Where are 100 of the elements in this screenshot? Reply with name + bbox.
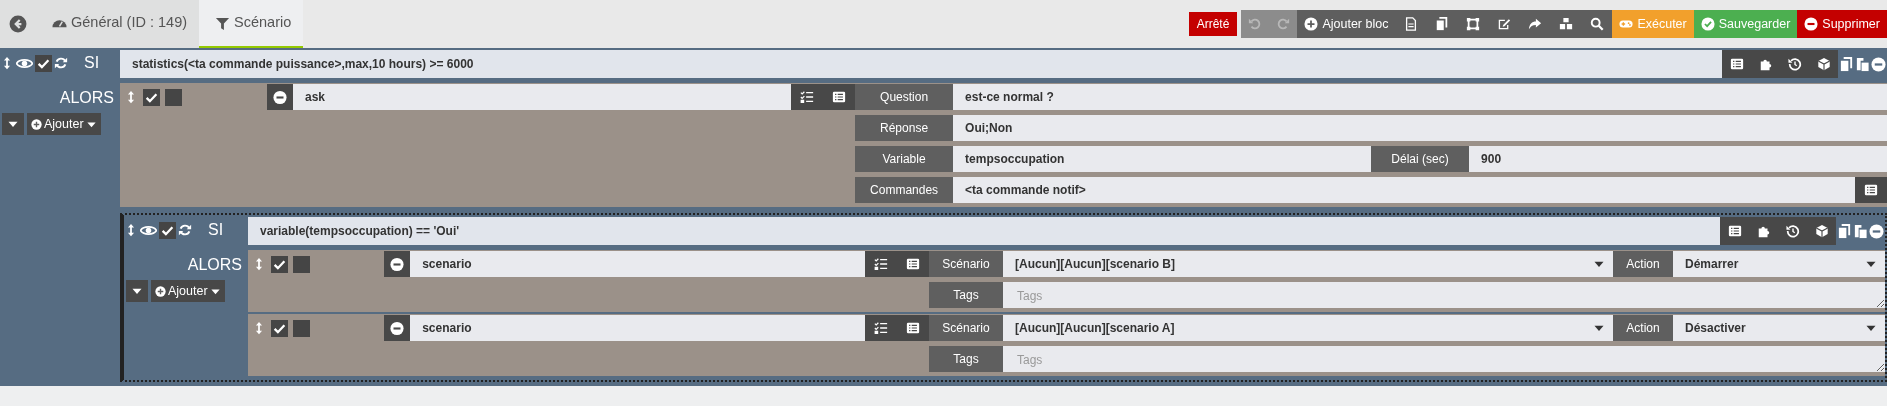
copy-icon	[1837, 223, 1852, 239]
tasks-icon	[874, 257, 888, 271]
minus-circle-icon	[273, 89, 287, 105]
list-icon	[906, 321, 920, 335]
share-icon	[1527, 17, 1542, 31]
enable-checkbox[interactable]	[271, 255, 288, 273]
select-field[interactable]: [Aucun][Aucun][scenario B]	[1003, 251, 1613, 277]
select-field[interactable]: Démarrer	[1673, 251, 1885, 277]
tags-field[interactable]: Tags	[1003, 282, 1885, 308]
field-label: Délai (sec)	[1371, 146, 1470, 172]
collapse-button[interactable]	[2, 113, 24, 135]
back-icon	[9, 15, 27, 33]
remove-button[interactable]	[1869, 223, 1884, 239]
remove-button[interactable]	[384, 315, 411, 341]
enable-checkbox[interactable]	[143, 88, 160, 106]
if-keyword: SI	[208, 220, 224, 240]
parallel-checkbox[interactable]	[293, 255, 310, 273]
details-button[interactable]	[897, 251, 929, 277]
enable-checkbox[interactable]	[271, 319, 288, 337]
document-icon	[1403, 17, 1418, 31]
remove-button[interactable]	[267, 84, 293, 110]
parallel-checkbox[interactable]	[293, 319, 310, 337]
details-button[interactable]	[897, 315, 929, 341]
if-keyword: SI	[84, 53, 100, 73]
list-icon	[1729, 57, 1744, 71]
parallel-checkbox[interactable]	[165, 88, 182, 106]
field-label: Scénario	[929, 315, 1003, 341]
refresh-icon[interactable]	[54, 56, 68, 70]
then-keyword: ALORS	[59, 88, 115, 108]
check-circle-icon	[1700, 17, 1715, 31]
enable-checkbox[interactable]	[35, 54, 52, 72]
list-icon	[906, 257, 920, 271]
status-badge: Arrêté	[1188, 12, 1238, 36]
paste-button[interactable]	[1855, 56, 1870, 72]
tab[interactable]: Scénario	[199, 0, 304, 48]
command-field[interactable]: scenario	[410, 251, 865, 277]
copy-icon	[1839, 56, 1854, 72]
cubes-icon	[1558, 17, 1573, 31]
delete-button[interactable]: Supprimer	[1797, 10, 1887, 38]
filter-icon	[215, 15, 231, 31]
options-button[interactable]	[865, 315, 897, 341]
condition-field[interactable]: variable(tempsoccupation) == 'Oui'	[248, 217, 1720, 245]
text-field[interactable]: Oui;Non	[953, 115, 1887, 141]
minus-circle-icon	[390, 320, 405, 336]
text-field[interactable]: 900	[1469, 146, 1887, 172]
command-field[interactable]: ask	[293, 84, 792, 110]
cube-icon	[1816, 57, 1831, 71]
paste-icon	[1855, 56, 1870, 72]
field-label: Tags	[929, 282, 1003, 308]
options-button[interactable]	[791, 84, 824, 110]
list-icon	[1727, 224, 1742, 238]
paste-button[interactable]	[1853, 223, 1868, 239]
minus-circle-icon	[1804, 17, 1819, 31]
select-field[interactable]: [Aucun][Aucun][scenario A]	[1003, 315, 1613, 341]
select-field[interactable]: Désactiver	[1673, 315, 1885, 341]
undo-icon	[1248, 17, 1263, 31]
tags-field[interactable]: Tags	[1003, 346, 1885, 372]
minus-circle-icon	[1869, 223, 1884, 239]
edit-icon	[1496, 17, 1511, 31]
add-button[interactable]: Ajouter	[27, 113, 101, 135]
plus-circle-icon	[155, 285, 166, 297]
puzzle-icon	[1758, 57, 1773, 71]
list-icon	[1864, 183, 1878, 197]
copy-icon	[1434, 17, 1449, 31]
text-field[interactable]: <ta commande notif>	[953, 177, 1855, 203]
plus-circle-icon	[1304, 17, 1319, 31]
remove-button[interactable]	[384, 251, 411, 277]
field-label: Action	[1613, 315, 1673, 341]
minus-circle-icon	[390, 256, 405, 272]
field-label: Variable	[855, 146, 954, 172]
list-icon	[832, 90, 847, 104]
options-button[interactable]	[865, 251, 897, 277]
tasks-icon	[874, 321, 888, 335]
field-label: Réponse	[855, 115, 954, 141]
condition-field[interactable]: statistics(<ta commande puissance>,max,10 hours) >= 6000	[120, 50, 1722, 78]
field-label: Action	[1613, 251, 1673, 277]
refresh-icon[interactable]	[178, 223, 192, 237]
picker-button[interactable]	[1855, 177, 1887, 203]
expand-icon	[1465, 17, 1480, 31]
puzzle-icon	[1756, 224, 1771, 238]
history-icon	[1785, 224, 1800, 238]
cube-icon	[1814, 224, 1829, 238]
command-field[interactable]: scenario	[410, 315, 865, 341]
copy-button[interactable]	[1839, 56, 1854, 72]
redo-icon	[1276, 17, 1291, 31]
details-button[interactable]	[823, 84, 856, 110]
plus-circle-icon	[31, 118, 42, 130]
add-button[interactable]: Ajouter	[151, 280, 225, 302]
search-icon	[1589, 17, 1604, 31]
tasks-icon	[800, 90, 815, 104]
history-icon	[1787, 57, 1802, 71]
enable-checkbox[interactable]	[159, 221, 176, 239]
collapse-button[interactable]	[126, 280, 148, 302]
text-field[interactable]: est-ce normal ?	[953, 84, 1887, 110]
field-label: Question	[855, 84, 954, 110]
remove-button[interactable]	[1871, 56, 1886, 72]
copy-button[interactable]	[1837, 223, 1852, 239]
text-field[interactable]: tempsoccupation	[953, 146, 1372, 172]
paste-icon	[1853, 223, 1868, 239]
field-label: Tags	[929, 346, 1003, 372]
